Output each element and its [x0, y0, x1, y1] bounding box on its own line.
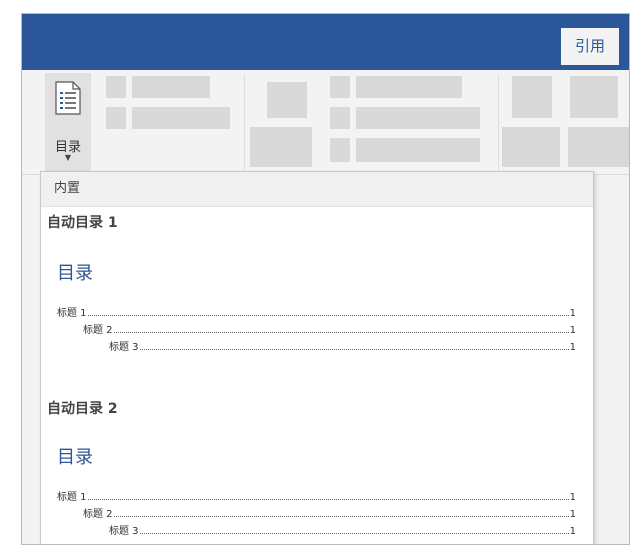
ribbon-control-placeholder	[330, 76, 350, 98]
table-of-contents-button[interactable]: 目录 ▼	[45, 73, 91, 171]
ribbon-control-placeholder	[512, 76, 552, 118]
ribbon-control-placeholder	[570, 76, 618, 118]
toc-preview-entry: 标题 31	[109, 526, 576, 537]
ribbon-control-placeholder	[106, 107, 126, 129]
toc-gallery-dropdown: 内置 自动目录 1 目录 标题 11 标题 21 标题 31 自动目录 2 目录…	[40, 171, 594, 544]
ribbon-control-placeholder	[356, 138, 480, 162]
ribbon: 目录 ▼	[22, 70, 629, 175]
ribbon-control-placeholder	[330, 107, 350, 129]
ribbon-control-placeholder	[267, 82, 307, 118]
toc-preview-heading: 目录	[57, 447, 93, 468]
tab-references[interactable]: 引用	[561, 28, 619, 65]
ribbon-control-placeholder	[502, 127, 560, 167]
section-header-builtin: 内置	[41, 172, 593, 207]
ribbon-control-placeholder	[356, 76, 462, 98]
ribbon-control-placeholder	[132, 107, 230, 129]
toc-preview-entry: 标题 21	[83, 325, 576, 336]
ribbon-control-placeholder	[106, 76, 126, 98]
title-bar: 引用	[22, 14, 629, 70]
group-separator	[498, 74, 499, 170]
ribbon-control-placeholder	[132, 76, 210, 98]
ribbon-control-placeholder	[250, 127, 312, 167]
group-separator	[244, 74, 245, 170]
ribbon-control-placeholder	[356, 107, 480, 129]
toc-preview-heading: 目录	[57, 263, 93, 284]
toc-preview-entry: 标题 31	[109, 342, 576, 353]
toc-option-title: 自动目录 1	[47, 215, 118, 231]
toc-preview-entry: 标题 21	[83, 509, 576, 520]
ribbon-control-placeholder	[568, 127, 629, 167]
caret-down-icon: ▼	[64, 153, 72, 162]
toc-preview-entry: 标题 11	[57, 492, 576, 503]
ribbon-control-placeholder	[330, 138, 350, 162]
toc-option-title: 自动目录 2	[47, 401, 118, 417]
document-lines-icon	[55, 81, 81, 115]
word-window: 引用 目录 ▼ 内置 自动目录 1 目录 标题 1 1 标题 2 1 标题 3 …	[21, 13, 630, 545]
toc-preview-entry: 标题 11	[57, 308, 576, 319]
